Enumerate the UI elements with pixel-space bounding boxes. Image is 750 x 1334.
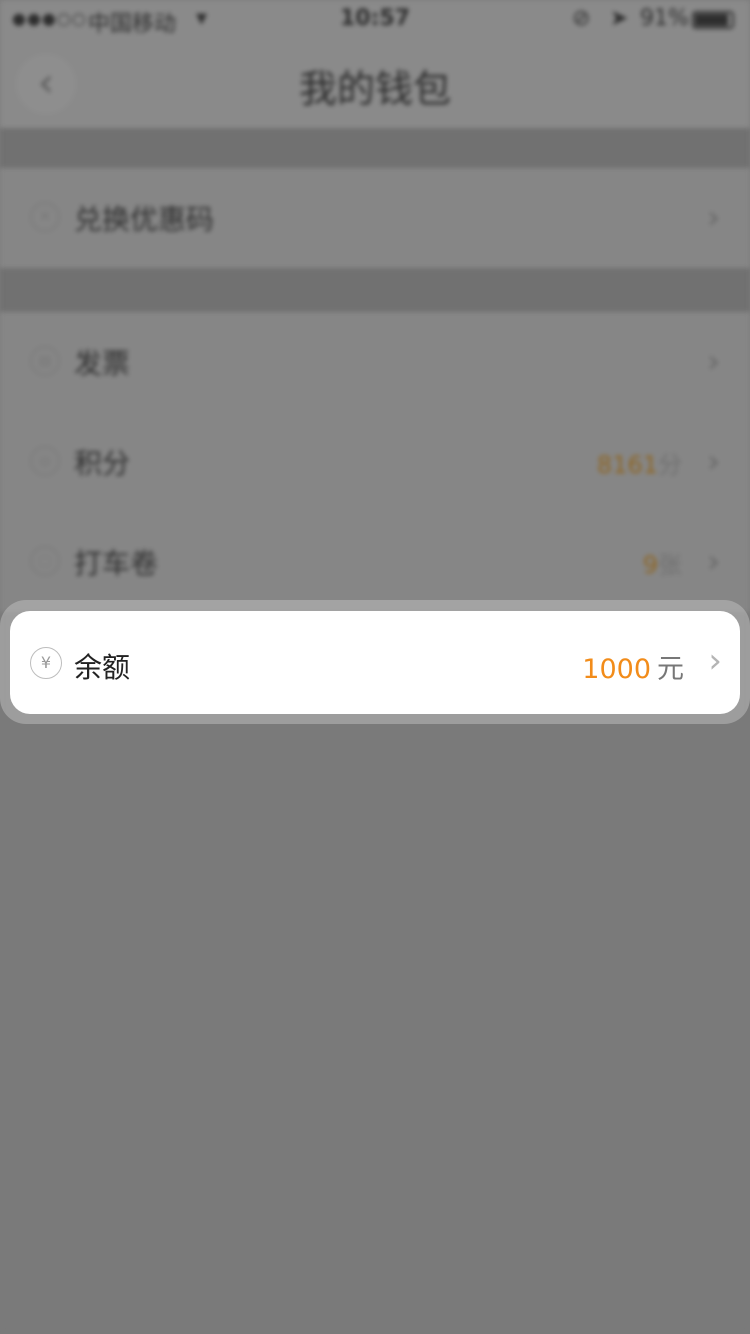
list-item-label: 兑换优惠码 xyxy=(74,203,215,236)
chevron-right-icon: › xyxy=(708,641,722,681)
ticket-value: 9张 xyxy=(643,545,682,580)
balance-label: 余额 xyxy=(74,651,131,684)
section-divider xyxy=(0,268,750,312)
location-arrow-icon: ➤ xyxy=(610,6,629,31)
group-coupon: ✕ 兑换优惠码 › xyxy=(0,168,750,268)
battery-icon xyxy=(692,11,734,29)
chevron-right-icon: › xyxy=(707,342,720,380)
ticket-unit: 张 xyxy=(658,551,682,579)
navigation-bar: ‹ 我的钱包 xyxy=(0,40,750,128)
invoice-icon: ▤ xyxy=(30,346,60,376)
coupon-code-icon: ✕ xyxy=(30,202,60,232)
ticket-number: 9 xyxy=(642,551,658,579)
section-divider xyxy=(0,128,750,168)
chevron-right-icon: › xyxy=(707,442,720,480)
chevron-right-icon: › xyxy=(707,542,720,580)
page-title: 我的钱包 xyxy=(298,67,451,111)
balance-amount: 1000 元 xyxy=(582,647,684,686)
list-item-points[interactable]: ◎ 积分 8161分 › xyxy=(0,412,750,512)
points-unit: 分 xyxy=(658,451,682,479)
list-item-label: 积分 xyxy=(74,447,131,480)
balance-number: 1000 xyxy=(582,654,651,685)
list-item-label: 打车卷 xyxy=(74,547,159,580)
list-item-taxi-ticket[interactable]: ▢ 打车卷 9张 › xyxy=(0,512,750,612)
yuan-icon: ¥ xyxy=(30,647,62,679)
list-item-balance[interactable]: ¥ 余额 1000 元 › xyxy=(10,611,740,714)
battery-level-fill xyxy=(695,14,728,26)
status-bar: ●●●○○ 中国移动 ▾ 10:57 ⊘ ➤ 91% xyxy=(0,0,750,40)
points-icon: ◎ xyxy=(30,446,60,476)
list-item-label: 发票 xyxy=(74,347,131,380)
ticket-icon: ▢ xyxy=(30,546,60,576)
group-finance: ▤ 发票 › ◎ 积分 8161分 › ▢ 打车卷 9张 › xyxy=(0,312,750,612)
lock-rotation-icon: ⊘ xyxy=(572,6,591,31)
list-item-invoice[interactable]: ▤ 发票 › xyxy=(0,312,750,412)
points-value: 8161分 xyxy=(597,445,682,480)
chevron-right-icon: › xyxy=(707,198,720,236)
list-item-redeem-code[interactable]: ✕ 兑换优惠码 › xyxy=(0,168,750,268)
balance-unit: 元 xyxy=(657,654,684,685)
status-time: 10:57 xyxy=(339,6,411,31)
points-number: 8161 xyxy=(596,451,658,479)
battery-percent: 91% xyxy=(640,6,689,31)
